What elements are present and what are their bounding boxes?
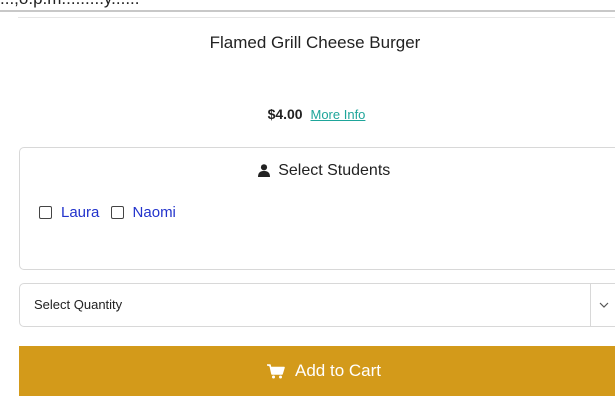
student-name[interactable]: Naomi: [133, 204, 176, 221]
price-row: $4.00 More Info: [0, 106, 615, 122]
quantity-select[interactable]: Select Quantity: [19, 283, 615, 327]
item-price: $4.00: [267, 106, 303, 122]
select-students-title: Select Students: [278, 162, 391, 179]
item-name: Flamed Grill Cheese Burger: [209, 33, 421, 52]
select-students-panel: Select Students Laura Naomi: [19, 147, 615, 270]
clipped-header-text: ...,o.p.m.........y......: [0, 0, 140, 9]
more-info-link[interactable]: More Info: [311, 107, 366, 122]
user-icon: [257, 164, 270, 177]
add-to-cart-label: Add to Cart: [295, 361, 381, 380]
clipped-header: ...,o.p.m.........y......: [0, 0, 615, 12]
chevron-down-icon[interactable]: [590, 284, 615, 326]
select-students-heading: Select Students: [20, 162, 615, 180]
quantity-select-value: Select Quantity: [34, 297, 123, 312]
add-to-cart-button[interactable]: Add to Cart: [19, 346, 615, 396]
student-checkbox[interactable]: [110, 206, 124, 219]
student-list: Laura Naomi: [39, 204, 183, 223]
student-checkbox[interactable]: [39, 206, 52, 219]
student-option-laura[interactable]: Laura: [39, 204, 99, 221]
shopping-cart-icon: [267, 363, 285, 378]
divider: [18, 17, 615, 18]
student-option-naomi[interactable]: Naomi: [110, 204, 176, 221]
student-name[interactable]: Laura: [61, 204, 99, 221]
